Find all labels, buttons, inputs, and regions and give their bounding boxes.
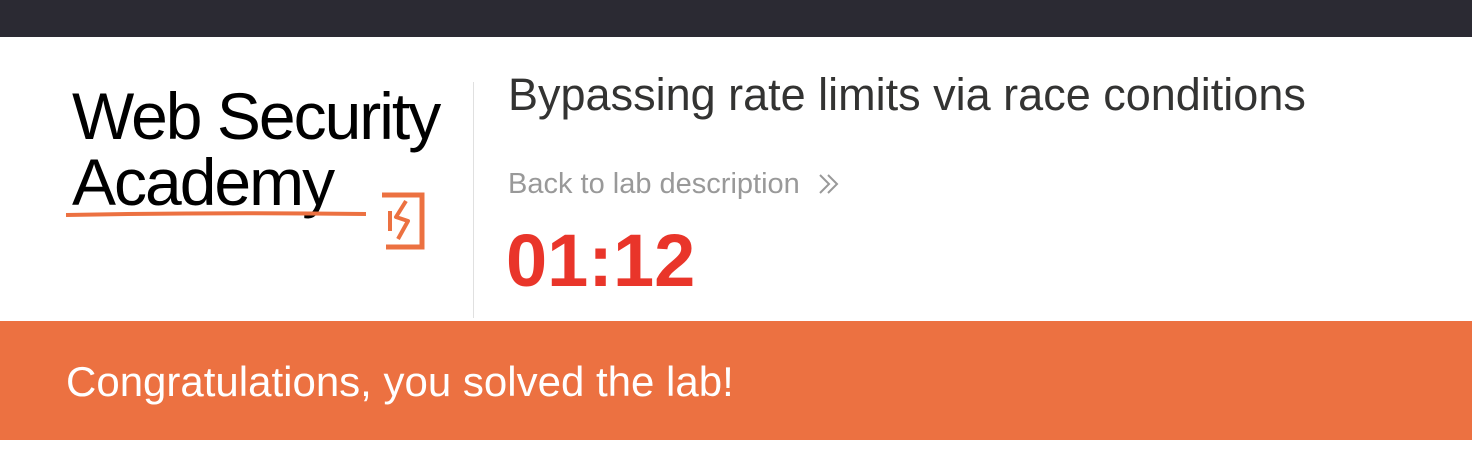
solved-banner: Congratulations, you solved the lab! — [0, 321, 1472, 440]
back-to-lab-description-link[interactable]: Back to lab description — [508, 167, 842, 201]
solved-message: Congratulations, you solved the lab! — [66, 358, 734, 405]
logo-line-2: Academy — [72, 145, 335, 219]
double-chevron-right-icon — [819, 174, 839, 194]
back-link-label: Back to lab description — [508, 168, 800, 200]
lab-title: Bypassing rate limits via race condition… — [508, 69, 1306, 120]
header-divider — [473, 82, 474, 318]
lab-timer: 01:12 — [506, 219, 696, 302]
logo-underline — [66, 211, 366, 217]
web-security-academy-logo[interactable]: Web Security Academy — [62, 77, 472, 250]
top-bar — [0, 0, 1472, 37]
logo-line-1: Web Security — [72, 79, 441, 153]
page-body — [0, 440, 1472, 460]
lab-header: Web Security Academy Bypassing rate limi… — [0, 37, 1472, 321]
lightning-bracket-icon — [382, 192, 425, 250]
